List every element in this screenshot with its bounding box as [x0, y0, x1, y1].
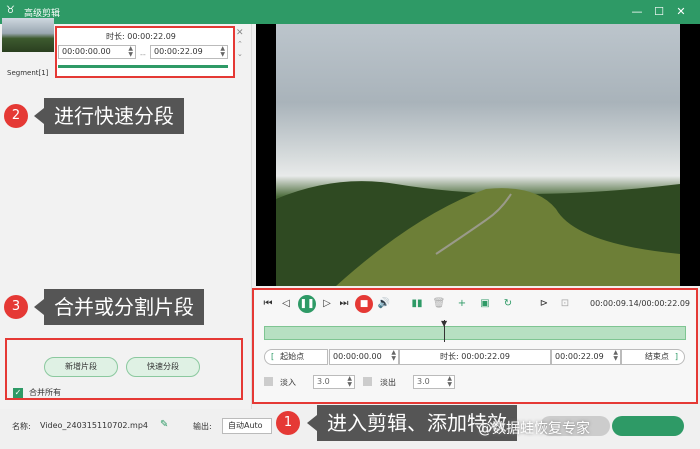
end-time-field[interactable]: 00:00:22.09 ▲ ▼ [551, 349, 621, 365]
volume-icon[interactable]: 🔊 [377, 297, 391, 311]
step-2-callout: 进行快速分段 [34, 98, 184, 134]
end-bracket-icon: ] [674, 352, 678, 361]
segment-label: Segment[1] [7, 69, 49, 77]
landscape-image [276, 181, 680, 286]
minimize-button[interactable]: — [629, 4, 645, 20]
fade-in-label: 淡入 [280, 378, 296, 387]
playback-time: 00:00:09.14/00:00:22.09 [590, 299, 690, 308]
start-time-value: 00:00:00.00 [333, 352, 382, 361]
maximize-button[interactable]: ☐ [651, 4, 667, 20]
fade-in-checkbox[interactable] [264, 377, 273, 386]
split-icon[interactable]: ▮▮ [410, 297, 424, 311]
new-segment-button[interactable]: 新增片段 [44, 357, 118, 377]
undo-icon[interactable]: ↻ [501, 297, 515, 311]
confirm-button[interactable] [612, 416, 684, 436]
trim-duration: 时长: 00:00:22.09 [399, 349, 551, 365]
title-bar: ♉ 高级剪辑 — ☐ ✕ [0, 0, 700, 24]
segment-start-field[interactable]: 00:00:00.00 ▲ ▼ [58, 45, 136, 59]
set-start-button[interactable]: [ 起始点 [264, 349, 328, 365]
range-dash: -- [140, 50, 146, 59]
edit-name-icon[interactable]: ✎ [160, 419, 168, 430]
copy-icon[interactable]: ▣ [478, 297, 492, 311]
step-3-badge: 3 [4, 295, 28, 319]
step-forward-icon[interactable]: ▷ [320, 297, 334, 311]
timeline-track[interactable] [264, 326, 686, 340]
move-down-icon[interactable]: ⌄ [237, 50, 243, 58]
app-logo-icon: ♉ [6, 5, 15, 16]
spin-arrows-icon[interactable]: ▲ ▼ [447, 376, 452, 388]
set-start-label: 起始点 [280, 352, 305, 361]
fade-out-checkbox[interactable] [363, 377, 372, 386]
snapshot-icon[interactable]: ⊡ [558, 297, 572, 311]
step-back-icon[interactable]: ◁ [279, 297, 293, 311]
delete-icon[interactable]: 🗑 [432, 297, 446, 311]
fade-out-field[interactable]: 3.0 ▲ ▼ [413, 375, 455, 389]
segment-start-value: 00:00:00.00 [62, 47, 111, 56]
quick-split-button[interactable]: 快速分段 [126, 357, 200, 377]
spin-arrows-icon[interactable]: ▲ ▼ [347, 376, 352, 388]
spin-arrows-icon[interactable]: ▲ ▼ [128, 46, 133, 58]
skip-end-icon[interactable]: ⏭ [337, 297, 351, 311]
end-time-value: 00:00:22.09 [555, 352, 604, 361]
close-button[interactable]: ✕ [673, 4, 689, 20]
fade-in-value: 3.0 [317, 377, 330, 386]
name-label: 名称: [12, 422, 31, 431]
merge-all-checkbox[interactable]: ✓ [13, 388, 23, 398]
delete-segment-icon[interactable]: ✕ [236, 28, 244, 38]
mark-play-icon[interactable]: ⊳ [537, 297, 551, 311]
segment-thumbnail[interactable] [2, 18, 54, 52]
step-1-badge: 1 [276, 411, 300, 435]
pause-button[interactable]: ❚❚ [298, 295, 316, 313]
output-format-select[interactable]: 自动Auto [222, 418, 272, 434]
segment-duration: 时长: 00:00:22.09 [106, 32, 176, 41]
fade-in-field[interactable]: 3.0 ▲ ▼ [313, 375, 355, 389]
merge-all-label: 合并所有 [29, 388, 61, 397]
move-up-icon[interactable]: ⌃ [237, 40, 243, 48]
add-icon[interactable]: + [455, 297, 469, 311]
segment-end-value: 00:00:22.09 [154, 47, 203, 56]
stop-button[interactable]: ■ [355, 295, 373, 313]
spin-arrows-icon[interactable]: ▲ ▼ [220, 46, 225, 58]
spin-arrows-icon[interactable]: ▲ ▼ [613, 350, 618, 362]
video-frame [276, 24, 680, 286]
spin-arrows-icon[interactable]: ▲ ▼ [391, 350, 396, 362]
start-bracket-icon: [ [271, 352, 275, 361]
set-end-label: 结束点 [644, 352, 669, 361]
playhead-marker-icon[interactable]: ▼ [441, 319, 447, 328]
output-label: 输出: [193, 422, 212, 431]
video-preview[interactable] [256, 24, 700, 286]
step-2-badge: 2 [4, 104, 28, 128]
start-time-field[interactable]: 00:00:00.00 ▲ ▼ [329, 349, 399, 365]
fade-out-label: 淡出 [380, 378, 396, 387]
set-end-button[interactable]: 结束点] [621, 349, 685, 365]
fade-out-value: 3.0 [417, 377, 430, 386]
file-name: Video_240315110702.mp4 [40, 421, 148, 430]
watermark: @数据蛙恢复专家 [478, 421, 590, 437]
step-3-callout: 合并或分割片段 [34, 289, 204, 325]
segment-range-bar [58, 65, 228, 68]
skip-start-icon[interactable]: ⏮ [261, 297, 275, 311]
segment-end-field[interactable]: 00:00:22.09 ▲ ▼ [150, 45, 228, 59]
